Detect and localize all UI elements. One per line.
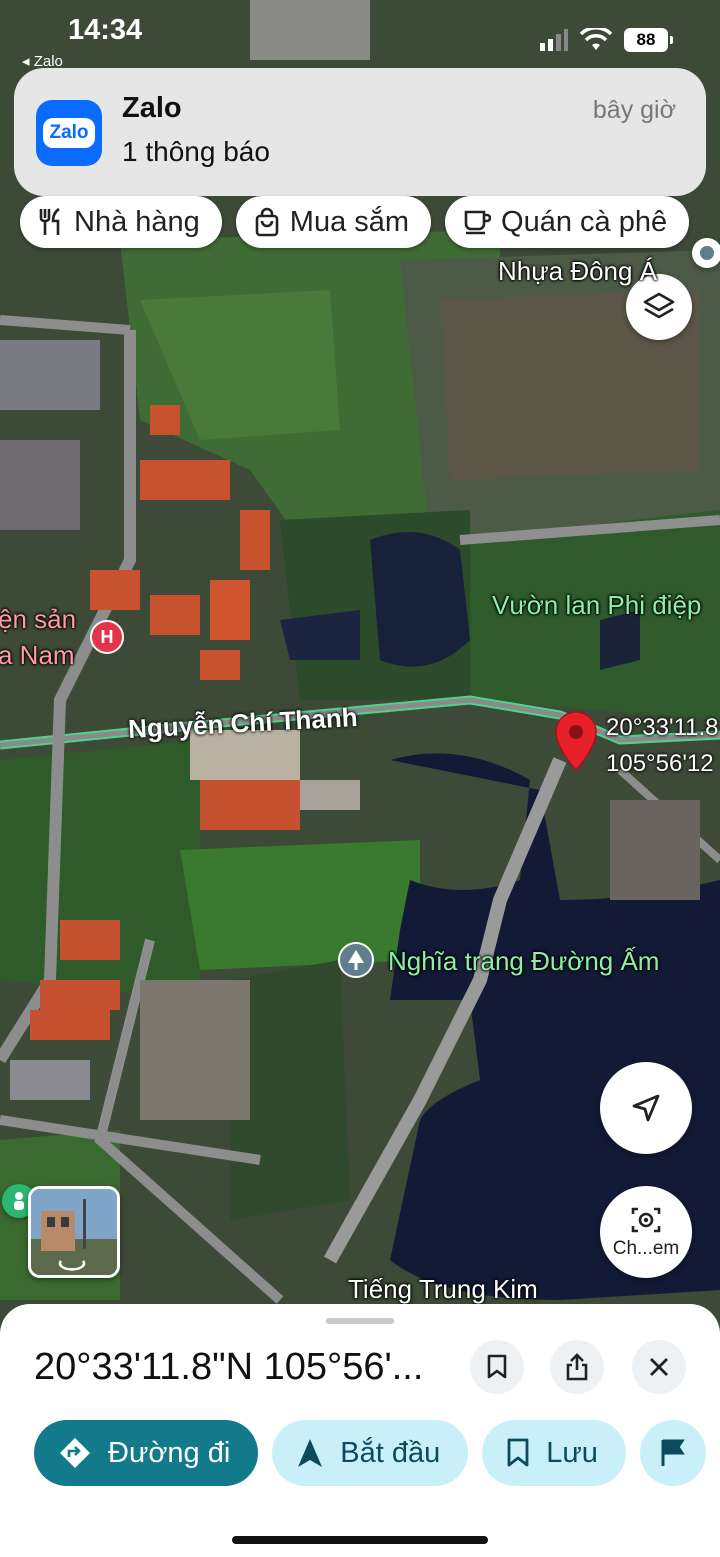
lens-search-label: Ch...em	[612, 1238, 680, 1259]
restaurant-icon	[39, 207, 60, 235]
camera-search-icon	[631, 1207, 661, 1233]
map-label-cemetery[interactable]: Nghĩa trang Đường Ấm	[388, 946, 659, 977]
directions-label: Đường đi	[108, 1436, 231, 1469]
chip-coffee-label: Quán cà phê	[501, 205, 668, 238]
chip-restaurants[interactable]: Nhà hàng	[20, 196, 222, 248]
chip-shopping[interactable]: Mua sắm	[235, 196, 432, 248]
flag-icon	[661, 1439, 685, 1466]
shopping-bag-icon	[255, 207, 279, 237]
share-icon	[566, 1353, 588, 1381]
navigation-arrow-icon	[298, 1439, 323, 1467]
sheet-drag-handle[interactable]	[326, 1318, 394, 1324]
hospital-marker-icon[interactable]: H	[90, 620, 124, 654]
location-pin-icon[interactable]	[554, 710, 598, 772]
cellular-signal-icon	[540, 29, 568, 51]
lens-search-button[interactable]: Ch...em	[600, 1186, 692, 1278]
place-title: 20°33'11.8"N 105°56'...	[34, 1346, 424, 1388]
pin-longitude: 105°56'12	[606, 750, 714, 777]
notification-message: 1 thông báo	[122, 136, 270, 167]
more-action-button[interactable]	[639, 1420, 706, 1486]
my-location-button[interactable]	[600, 1062, 692, 1154]
start-button[interactable]: Bắt đầu	[272, 1420, 469, 1486]
close-button[interactable]	[632, 1340, 686, 1394]
bookmark-icon	[507, 1438, 529, 1467]
wifi-icon	[580, 28, 612, 50]
satellite-map[interactable]: 14:34 ◂ Zalo 88 Zalo Zalo 1 thông báo bâ…	[0, 0, 720, 1340]
zalo-notification[interactable]: Zalo Zalo 1 thông báo bây giờ	[14, 68, 706, 196]
directions-icon	[60, 1438, 90, 1468]
map-label-garden[interactable]: Vườn lan Phi điệp	[492, 590, 701, 621]
map-label-school[interactable]: Tiếng Trung Kim	[348, 1274, 538, 1305]
chip-coffee[interactable]: Quán cà phê	[445, 196, 690, 248]
place-bottom-sheet[interactable]: 20°33'11.8"N 105°56'... Đường đi Bắt đầu…	[0, 1304, 720, 1557]
layers-icon	[643, 292, 675, 319]
battery-indicator: 88	[624, 28, 673, 52]
map-label-factory[interactable]: Nhựa Đông Á	[498, 256, 657, 287]
poi-marker-icon[interactable]	[692, 238, 720, 268]
start-label: Bắt đầu	[340, 1436, 441, 1469]
save-icon-button[interactable]	[470, 1340, 524, 1394]
coffee-icon	[464, 210, 492, 235]
chip-shopping-label: Mua sắm	[289, 205, 410, 238]
street-view-image	[31, 1189, 117, 1275]
directions-button[interactable]: Đường đi	[34, 1420, 259, 1486]
map-label-hospital-line1[interactable]: ện sản	[0, 604, 76, 635]
notification-time: bây giờ	[592, 96, 676, 124]
close-icon	[650, 1358, 668, 1376]
tree-icon	[348, 950, 364, 970]
map-label-hospital-line2[interactable]: a Nam	[0, 640, 75, 671]
street-view-thumbnail[interactable]	[28, 1186, 120, 1278]
person-icon	[14, 1192, 24, 1210]
share-button[interactable]	[550, 1340, 604, 1394]
home-indicator[interactable]	[232, 1536, 488, 1544]
status-time: 14:34	[68, 14, 143, 46]
pin-latitude: 20°33'11.8	[606, 714, 719, 741]
save-label: Lưu	[546, 1436, 598, 1469]
navigation-arrow-icon	[632, 1094, 660, 1122]
status-icons: 88	[538, 28, 673, 52]
bookmark-icon	[487, 1354, 507, 1379]
save-button[interactable]: Lưu	[482, 1420, 626, 1486]
zalo-app-icon: Zalo	[36, 100, 102, 166]
cemetery-marker-icon[interactable]	[338, 942, 374, 978]
category-chips: Nhà hàng Mua sắm Quán cà phê	[20, 196, 690, 248]
chip-restaurants-label: Nhà hàng	[74, 205, 200, 238]
notification-app-name: Zalo	[122, 92, 182, 124]
pin-coordinates-label: 20°33'11.8 105°56'12	[606, 710, 719, 782]
action-buttons: Đường đi Bắt đầu Lưu	[34, 1420, 706, 1486]
